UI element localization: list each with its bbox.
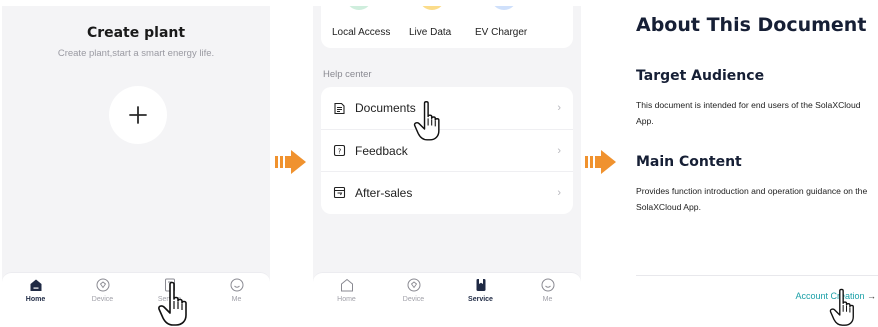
section-body: Provides function introduction and opera… [636,186,868,212]
add-plant-button[interactable] [109,86,167,144]
local-access-icon [346,6,372,10]
svg-text:?: ? [338,148,342,156]
chevron-right-icon: › [557,186,561,199]
section-body: This document is intended for end users … [636,100,861,126]
hand-cursor-icon [413,101,440,141]
document-icon [334,102,345,114]
tab-label: Home [25,296,46,303]
list-item-label: Feedback [355,143,408,158]
quick-access-card: Local Access Live Data EV Charger [321,6,573,48]
tab-label: Device [402,296,425,303]
live-data-link[interactable]: Live Data [409,27,451,38]
local-access-link[interactable]: Local Access [332,27,390,38]
hand-cursor-icon [158,281,187,326]
me-icon [230,278,243,292]
list-item-label: After-sales [355,185,413,200]
arrow-right-icon: → [867,291,876,301]
tab-label: Device [91,296,114,303]
bottom-tab-bar: Home Device Service Me [2,272,270,310]
page-title: About This Document [636,14,867,36]
bottom-tab-bar: Home Device Service Me [313,272,581,310]
chevron-right-icon: › [557,102,561,114]
tab-device[interactable]: Device [69,273,136,310]
tab-me[interactable]: Me [514,273,581,310]
device-icon [407,278,420,292]
ev-charger-link[interactable]: EV Charger [475,27,527,38]
service-screen: Local Access Live Data EV Charger Help c… [313,6,581,310]
service-icon [476,279,485,291]
section-heading: Main Content [636,154,742,170]
flow-arrow-icon [275,150,306,174]
tab-me[interactable]: Me [203,273,270,310]
section-heading: Target Audience [636,68,765,84]
home-icon [30,279,41,291]
page-title: Create plant [86,25,186,41]
feedback-icon: ? [333,144,346,157]
divider [636,275,878,276]
tab-service[interactable]: Service [447,273,514,310]
device-icon [96,278,109,292]
create-plant-screen: Create plant Create plant,start a smart … [2,6,270,310]
tab-label: Service [468,296,493,303]
tab-home[interactable]: Home [2,273,69,310]
me-icon [541,278,554,292]
about-document-screen: About This Document Target Audience This… [622,6,878,310]
after-sales-icon [333,186,346,199]
list-item-label: Documents [355,101,416,115]
tab-home[interactable]: Home [313,273,380,310]
help-center-list: Documents › ? Feedback › After-sales › [321,87,573,214]
list-item-feedback[interactable]: ? Feedback › [321,129,573,171]
tab-label: Me [231,296,242,303]
tab-label: Me [542,296,553,303]
live-data-icon [419,6,445,10]
list-item-after-sales[interactable]: After-sales › [321,171,573,213]
hand-cursor-icon [829,288,854,326]
section-heading: Help center [323,69,372,80]
tab-device[interactable]: Device [380,273,447,310]
list-item-documents[interactable]: Documents › [321,87,573,129]
plus-icon [129,106,147,124]
home-icon [340,278,353,292]
ev-charger-icon [491,6,517,10]
chevron-right-icon: › [557,144,561,157]
flow-arrow-icon [585,150,616,174]
page-subtitle: Create plant,start a smart energy life. [57,48,215,59]
tab-label: Home [337,296,356,303]
